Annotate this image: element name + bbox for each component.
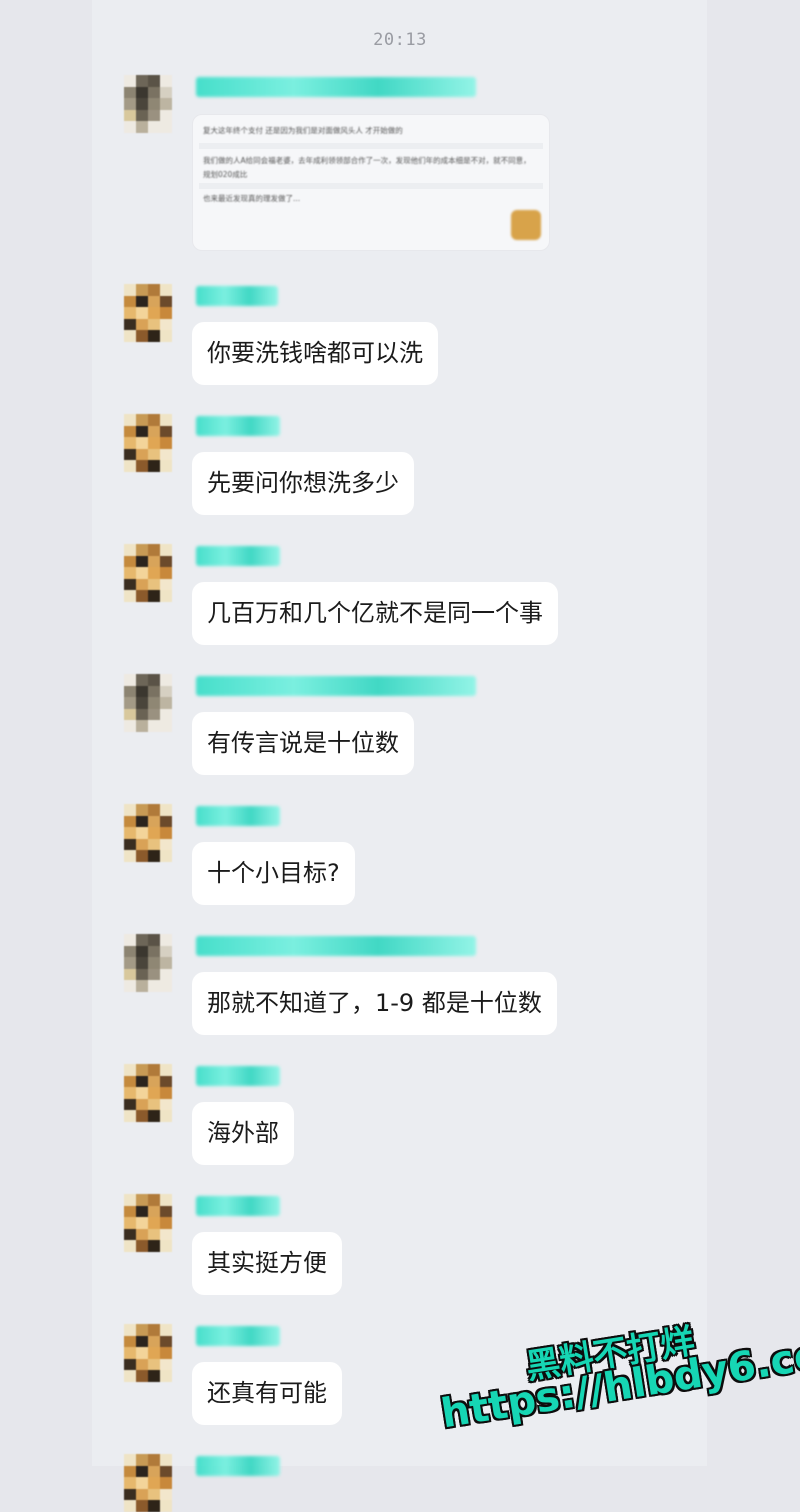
message-bubble[interactable]: 先要问你想洗多少	[192, 452, 414, 515]
sender-name	[196, 936, 476, 956]
message-bubble[interactable]: 海外部	[192, 1102, 294, 1165]
avatar[interactable]	[124, 674, 172, 732]
sender-name	[196, 806, 280, 826]
avatar[interactable]	[124, 1324, 172, 1382]
chat-card[interactable]: 复大这年终个支付 还是因为我们是对面做风头人 才开始做的 我们做的人A给同会福老…	[192, 114, 550, 251]
message-bubble[interactable]: 还真有可能	[192, 1362, 342, 1425]
avatar[interactable]	[124, 1454, 172, 1512]
card-text: 复大这年终个支付 还是因为我们是对面做风头人 才开始做的	[203, 126, 403, 135]
message-bubble[interactable]: 其实挺方便	[192, 1232, 342, 1295]
message-bubble[interactable]: 有传言说是十位数	[192, 712, 414, 775]
sender-name	[196, 1066, 280, 1086]
file-icon[interactable]	[511, 210, 541, 240]
message-bubble[interactable]: 十个小目标?	[192, 842, 355, 905]
avatar[interactable]	[124, 414, 172, 472]
avatar[interactable]	[124, 75, 172, 133]
card-text: 我们做的人A给同会福老婆，去年成利领领部合作了一次，发现他们年的成本细是不对，就…	[203, 156, 531, 165]
sender-name	[196, 286, 278, 306]
avatar[interactable]	[124, 284, 172, 342]
sender-name	[196, 676, 476, 696]
avatar[interactable]	[124, 1194, 172, 1252]
sender-name	[196, 416, 280, 436]
timestamp: 20:13	[373, 30, 427, 50]
message-bubble[interactable]: 你要洗钱啥都可以洗	[192, 322, 438, 385]
message-bubble[interactable]: 几百万和几个亿就不是同一个事	[192, 582, 558, 645]
divider	[199, 143, 543, 149]
avatar[interactable]	[124, 1064, 172, 1122]
card-text: 也来最近发现真的理发做了...	[203, 194, 301, 203]
sender-name	[196, 1456, 280, 1476]
divider	[199, 183, 543, 189]
sender-name	[196, 77, 476, 97]
sender-name	[196, 1326, 280, 1346]
sender-name	[196, 1196, 280, 1216]
card-text: 规划020成比	[203, 170, 248, 179]
avatar[interactable]	[124, 934, 172, 992]
message-bubble[interactable]: 那就不知道了，1-9 都是十位数	[192, 972, 557, 1035]
sender-name	[196, 546, 280, 566]
avatar[interactable]	[124, 804, 172, 862]
avatar[interactable]	[124, 544, 172, 602]
